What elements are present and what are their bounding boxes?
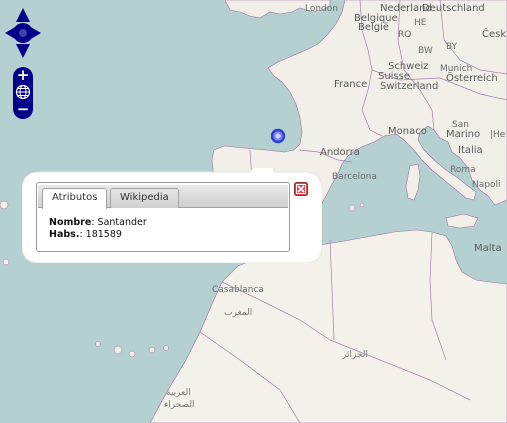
feature-popup: Atributos Wikipedia Nombre: Santander Ha… xyxy=(22,168,322,263)
popup-content: Atributos Wikipedia Nombre: Santander Ha… xyxy=(36,182,290,252)
zoom-control: + − xyxy=(13,67,33,119)
field-habs: Habs.: 181589 xyxy=(49,229,122,240)
place-label-barcelona: Barcelona xyxy=(332,172,377,182)
globe-icon[interactable] xyxy=(15,84,31,100)
nombre-value: Santander xyxy=(97,217,147,228)
place-label-italia: Italia xyxy=(458,145,483,156)
location-marker-icon[interactable] xyxy=(270,128,286,144)
place-label-casablanca: Casablanca xyxy=(212,285,264,295)
place-label-napoli: Napoli xyxy=(472,180,501,190)
place-label-france: France xyxy=(334,79,368,90)
place-label-by: BY xyxy=(446,42,458,52)
place-label-maghreb: المغرب xyxy=(224,308,253,318)
close-icon[interactable] xyxy=(294,182,308,196)
tab-atributos[interactable]: Atributos xyxy=(42,188,108,209)
place-label-he2: |He xyxy=(490,130,506,140)
pan-up-button[interactable] xyxy=(16,8,30,22)
place-label-cesk: Česk xyxy=(482,29,507,40)
place-label-osterreich: Österreich xyxy=(446,73,498,84)
place-label-roma: Roma xyxy=(450,165,476,175)
popup-tabbar: Atributos Wikipedia xyxy=(38,185,288,209)
zoom-in-button[interactable]: + xyxy=(13,67,33,83)
habs-value: 181589 xyxy=(85,229,122,240)
place-label-monaco: Monaco xyxy=(388,126,427,137)
place-label-marino: Marino xyxy=(446,129,481,140)
place-label-belgie: België xyxy=(358,22,390,33)
tab-wikipedia[interactable]: Wikipedia xyxy=(110,188,179,208)
place-label-arabia: العربية xyxy=(166,388,191,398)
map-view[interactable]: London Nederland Deutschland Belgique België… xyxy=(0,0,507,423)
place-label-bw: BW xyxy=(418,46,433,56)
place-label-deutschland: Deutschland xyxy=(422,3,485,14)
place-label-malta: Malta xyxy=(474,243,502,254)
place-label-he: HE xyxy=(414,18,427,28)
pan-control xyxy=(5,8,41,58)
field-nombre: Nombre: Santander xyxy=(49,217,147,228)
place-label-ro: RO xyxy=(398,30,412,40)
place-label-jazair: الجزائر xyxy=(342,350,368,360)
place-label-sahara: الصحراء xyxy=(164,400,195,410)
place-label-switzerland: Switzerland xyxy=(380,81,439,92)
pan-left-button[interactable] xyxy=(5,26,17,40)
pan-right-button[interactable] xyxy=(29,26,41,40)
place-label-andorra: Andorra xyxy=(320,147,360,158)
attributes-panel: Nombre: Santander Habs.: 181589 xyxy=(49,217,147,241)
place-label-london: London xyxy=(305,4,338,14)
pan-down-button[interactable] xyxy=(16,44,30,58)
zoom-out-button[interactable]: − xyxy=(13,101,33,117)
